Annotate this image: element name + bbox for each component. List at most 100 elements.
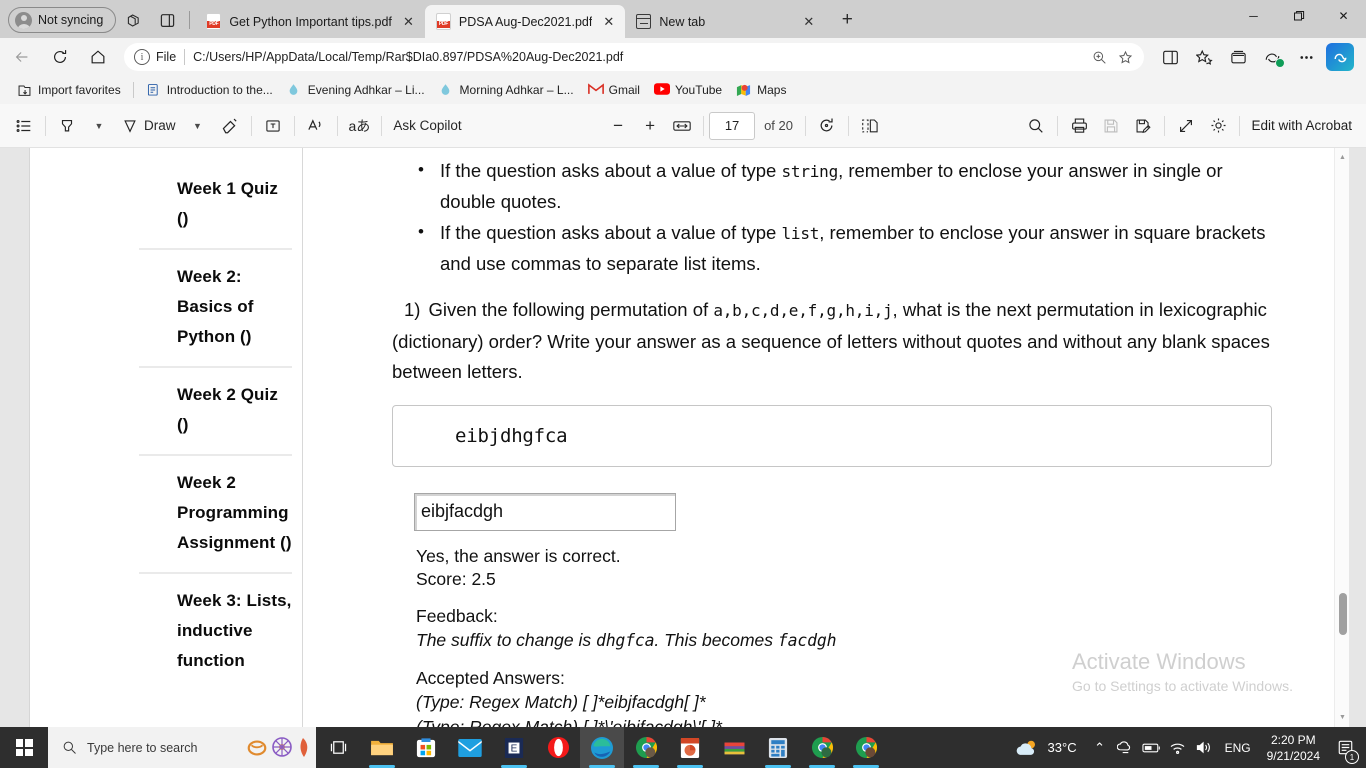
profile-sync-button[interactable]: Not syncing (8, 7, 117, 33)
volume-icon[interactable] (1191, 740, 1217, 755)
eraser-icon[interactable] (214, 111, 246, 141)
calculator-icon[interactable] (756, 727, 800, 768)
draw-dropdown-icon[interactable]: ▼ (182, 111, 214, 141)
notification-center-button[interactable]: 1 (1328, 727, 1362, 768)
print-icon[interactable] (1063, 111, 1095, 141)
scrollbar-thumb[interactable] (1339, 593, 1347, 635)
winrar-icon[interactable] (712, 727, 756, 768)
start-button[interactable] (0, 727, 48, 768)
bookmark-gmail[interactable]: Gmail (581, 79, 647, 101)
course-nav-item-week2-assignment[interactable]: Week 2 Programming Assignment () (111, 456, 302, 572)
split-screen-nav-icon[interactable] (1154, 42, 1186, 72)
zoom-out-button[interactable]: − (602, 111, 634, 141)
zoom-in-button[interactable]: + (634, 111, 666, 141)
close-button[interactable]: ✕ (1321, 0, 1366, 32)
feedback-mid: . This becomes (654, 629, 778, 650)
page-view-icon[interactable] (854, 111, 886, 141)
tab-divider (189, 11, 191, 29)
bookmark-youtube[interactable]: YouTube (647, 79, 729, 101)
bookmark-maps[interactable]: Maps (729, 79, 793, 101)
chrome-profile-2-icon[interactable] (800, 727, 844, 768)
onedrive-icon[interactable] (1113, 740, 1139, 755)
highlight-dropdown-icon[interactable]: ▼ (83, 111, 115, 141)
bookmark-introduction[interactable]: Introduction to the... (139, 79, 280, 101)
save-as-icon[interactable] (1127, 111, 1159, 141)
new-tab-button[interactable]: + (833, 6, 861, 34)
language-indicator[interactable]: ENG (1217, 741, 1259, 755)
fit-to-width-icon[interactable] (666, 111, 698, 141)
vertical-scrollbar[interactable]: ▲ ▼ (1334, 148, 1349, 727)
avatar-icon (15, 11, 32, 29)
edit-with-acrobat-button[interactable]: Edit with Acrobat (1245, 118, 1366, 133)
weather-widget[interactable]: 33°C (1004, 738, 1087, 758)
battery-icon[interactable] (1139, 742, 1165, 754)
more-options-icon[interactable] (1290, 42, 1322, 72)
scroll-up-icon[interactable]: ▲ (1335, 150, 1349, 165)
microsoft-edge-icon[interactable] (580, 727, 624, 768)
ask-copilot-button[interactable]: Ask Copilot (387, 111, 467, 141)
expand-icon[interactable] (1170, 111, 1202, 141)
collections-icon[interactable] (1222, 42, 1254, 72)
page-number-input[interactable]: 17 (709, 111, 756, 140)
tab-collections-icon[interactable] (118, 5, 148, 35)
wifi-icon[interactable] (1165, 741, 1191, 755)
course-nav-item-week1-quiz[interactable]: Week 1 Quiz () (111, 162, 302, 248)
browser-essentials-icon[interactable] (1256, 42, 1288, 72)
tab-new-tab[interactable]: New tab ✕ (625, 5, 826, 38)
tab-pdsa-aug-dec2021[interactable]: PDSA Aug-Dec2021.pdf ✕ (424, 5, 626, 38)
table-of-contents-icon[interactable] (8, 111, 40, 141)
svg-text:E: E (511, 743, 518, 754)
split-screen-icon[interactable] (152, 5, 182, 35)
window-controls: ─ ✕ (1231, 0, 1366, 38)
chrome-profile-1-icon[interactable] (624, 727, 668, 768)
tab-get-python-tips[interactable]: Get Python Important tips.pdf ✕ (195, 5, 425, 38)
add-text-icon[interactable] (257, 111, 289, 141)
favorite-star-icon[interactable] (1112, 45, 1138, 69)
taskbar-search[interactable]: Type here to search (48, 727, 316, 768)
course-nav-item-week3-lists[interactable]: Week 3: Lists, inductive function (111, 574, 302, 690)
bookmark-import-favorites[interactable]: Import favorites (10, 79, 128, 101)
show-hidden-icons-chevron-icon[interactable]: ⌃ (1087, 740, 1113, 756)
answer-input[interactable]: eibjfacdgh (414, 492, 676, 531)
bookmark-label: Maps (757, 83, 787, 97)
favorites-icon[interactable] (1188, 42, 1220, 72)
translate-icon[interactable]: aあ (343, 111, 377, 141)
bookmark-morning-adhkar[interactable]: Morning Adhkar – L... (432, 79, 581, 101)
tab-close-icon[interactable]: ✕ (800, 13, 817, 30)
settings-gear-icon[interactable] (1202, 111, 1234, 141)
draw-button[interactable]: Draw (115, 111, 182, 141)
droplet-icon (287, 83, 302, 98)
tab-close-icon[interactable]: ✕ (600, 13, 617, 30)
microsoft-store-icon[interactable] (404, 727, 448, 768)
tab-close-icon[interactable]: ✕ (400, 13, 417, 30)
minimize-button[interactable]: ─ (1231, 0, 1276, 32)
score-message: Score: 2.5 (416, 568, 496, 589)
rotate-icon[interactable] (811, 111, 843, 141)
task-view-icon[interactable] (316, 727, 360, 768)
bookmark-evening-adhkar[interactable]: Evening Adhkar – Li... (280, 79, 432, 101)
reload-icon[interactable] (44, 42, 76, 72)
read-aloud-icon[interactable] (300, 111, 332, 141)
powerpoint-icon[interactable] (668, 727, 712, 768)
tab-title: Get Python Important tips.pdf (229, 14, 392, 29)
copilot-icon[interactable] (1326, 43, 1354, 71)
weather-icon (1016, 740, 1035, 755)
taskbar-clock[interactable]: 2:20 PM 9/21/2024 (1259, 732, 1328, 764)
home-icon[interactable] (82, 42, 114, 72)
highlight-icon[interactable] (51, 111, 83, 141)
address-bar[interactable]: i File C:/Users/HP/AppData/Local/Temp/Ra… (124, 43, 1144, 71)
course-nav-item-week2-basics[interactable]: Week 2: Basics of Python () (111, 250, 302, 366)
scroll-down-icon[interactable]: ▼ (1335, 710, 1349, 725)
zoom-in-address-icon[interactable] (1086, 45, 1112, 69)
chrome-profile-3-icon[interactable] (844, 727, 888, 768)
back-icon[interactable] (6, 42, 38, 72)
opera-icon[interactable] (536, 727, 580, 768)
info-icon[interactable]: i (134, 49, 150, 65)
search-icon[interactable] (1020, 111, 1052, 141)
maximize-button[interactable] (1276, 0, 1321, 32)
bookmarks-divider (132, 82, 134, 98)
course-nav-item-week2-quiz[interactable]: Week 2 Quiz () (111, 368, 302, 454)
excel-icon[interactable]: E (492, 727, 536, 768)
file-explorer-icon[interactable] (360, 727, 404, 768)
mail-icon[interactable] (448, 727, 492, 768)
